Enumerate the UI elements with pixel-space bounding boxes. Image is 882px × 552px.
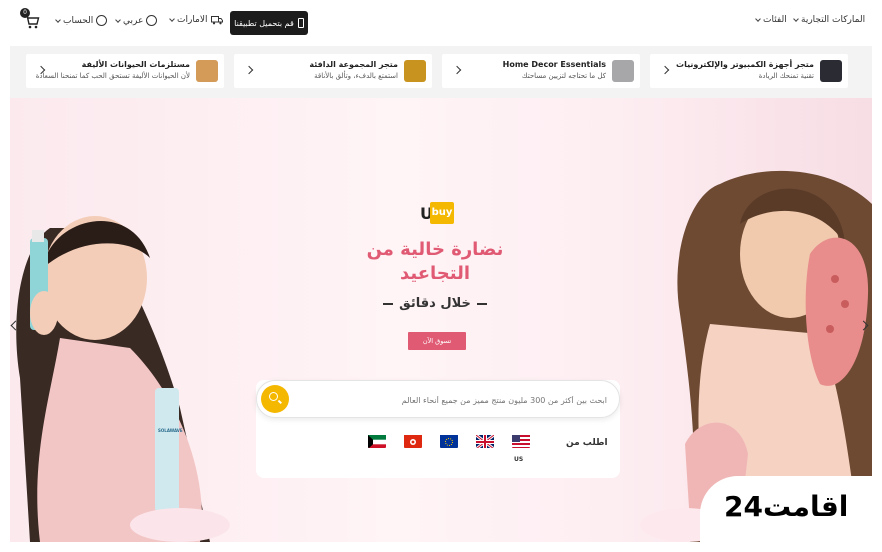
pet-icon [196,60,218,82]
model-left-image [16,216,210,542]
selected-country-code: US [514,456,524,463]
chevron-down-icon [169,16,175,22]
brands-label: الماركات التجارية [801,15,866,25]
download-app-button[interactable]: قم بتحميل تطبيقنا [230,11,308,35]
chevron-right-icon [244,65,254,75]
logo-box: buy [430,202,454,224]
region-label: الامارات [177,15,208,25]
store-subtitle: استمتع بالدفء، وتألق بالأناقة [314,72,398,80]
home-decor-icon [612,60,634,82]
globe-icon [146,15,158,26]
cart-button[interactable]: 0 [20,8,40,30]
store-card-home-decor[interactable]: Home Decor Essentials كل ما تحتاجه لتزيي… [442,54,640,88]
shop-now-button[interactable]: تسوق الآن [408,332,466,350]
store-card-pet-supplies[interactable]: مستلزمات الحيوانات الأليفة لأن الحيوانات… [26,54,224,88]
store-subtitle: لأن الحيوانات الأليفة تستحق الحب كما تمن… [35,72,190,80]
us-flag-icon[interactable] [512,434,530,448]
site-watermark: اقامت24 [700,476,882,552]
store-subtitle: تقنية تمنحك الريادة [758,72,814,80]
store-subtitle: كل ما تحتاجه لتزيين مساحتك [521,72,606,80]
chevron-down-icon [115,16,121,23]
chevron-down-icon [793,16,799,22]
chevron-right-icon [452,65,462,75]
ubuy-logo: U buy [420,202,456,226]
region-selector[interactable]: الامارات [169,15,223,25]
divider-dash [476,302,487,305]
uk-flag-icon[interactable] [476,434,494,448]
search-bar [256,380,620,418]
eu-flag-icon[interactable] [440,434,458,448]
computer-tower-icon [820,60,842,82]
smartphone-icon [297,18,304,28]
winter-coat-icon [404,60,426,82]
account-menu[interactable]: الحساب [55,15,108,26]
serum-bottle: SOLAWAVE [155,388,183,512]
hongkong-flag-icon[interactable] [404,434,422,448]
chevron-down-icon [755,16,761,22]
featured-stores-strip: متجر أجهزة الكمبيوتر والإلكترونيات تقنية… [10,46,872,98]
store-title: Home Decor Essentials [502,60,606,69]
store-title: متجر المجموعة الدافئة [309,60,398,69]
language-selector[interactable]: عربي [115,15,158,26]
brands-menu[interactable]: الماركات التجارية [793,15,866,25]
product-pedestal [130,508,230,542]
top-navigation-bar: 0 الحساب عربي الامارات قم بتحميل تطبيقنا [0,0,882,44]
language-label: عربي [123,15,144,26]
search-button[interactable] [261,385,289,413]
categories-label: الفئات [763,15,787,25]
hero-headline: نضارة خالية من التجاعيد [366,239,504,284]
divider-dash [383,302,394,305]
hero-subline: خلال دقائق [399,296,471,311]
store-card-electronics[interactable]: متجر أجهزة الكمبيوتر والإلكترونيات تقنية… [650,54,848,88]
store-card-warm-collection[interactable]: متجر المجموعة الدافئة استمتع بالدفء، وتأ… [234,54,432,88]
store-title: متجر أجهزة الكمبيوتر والإلكترونيات [676,60,814,69]
account-label: الحساب [63,15,94,26]
search-icon [269,392,278,401]
hero-subline-wrap: خلال دقائق [370,296,500,311]
kuwait-flag-icon[interactable] [368,434,386,448]
user-icon [96,15,108,26]
search-input[interactable] [297,390,607,410]
chevron-right-icon [660,65,670,75]
download-app-label: قم بتحميل تطبيقنا [234,18,294,28]
delivery-truck-icon [210,16,223,25]
global-search-card: اطلب من US [256,380,620,478]
order-from-label: اطلب من [566,438,608,448]
store-title: مستلزمات الحيوانات الأليفة [81,60,190,69]
product-brand-label: SOLAWAVE [158,428,183,433]
chevron-down-icon [55,16,61,23]
categories-menu[interactable]: الفئات [755,15,787,25]
ubuy-homepage: 0 الحساب عربي الامارات قم بتحميل تطبيقنا [0,0,882,552]
cart-count-badge: 0 [20,8,30,18]
watermark-text: اقامت24 [724,490,849,523]
